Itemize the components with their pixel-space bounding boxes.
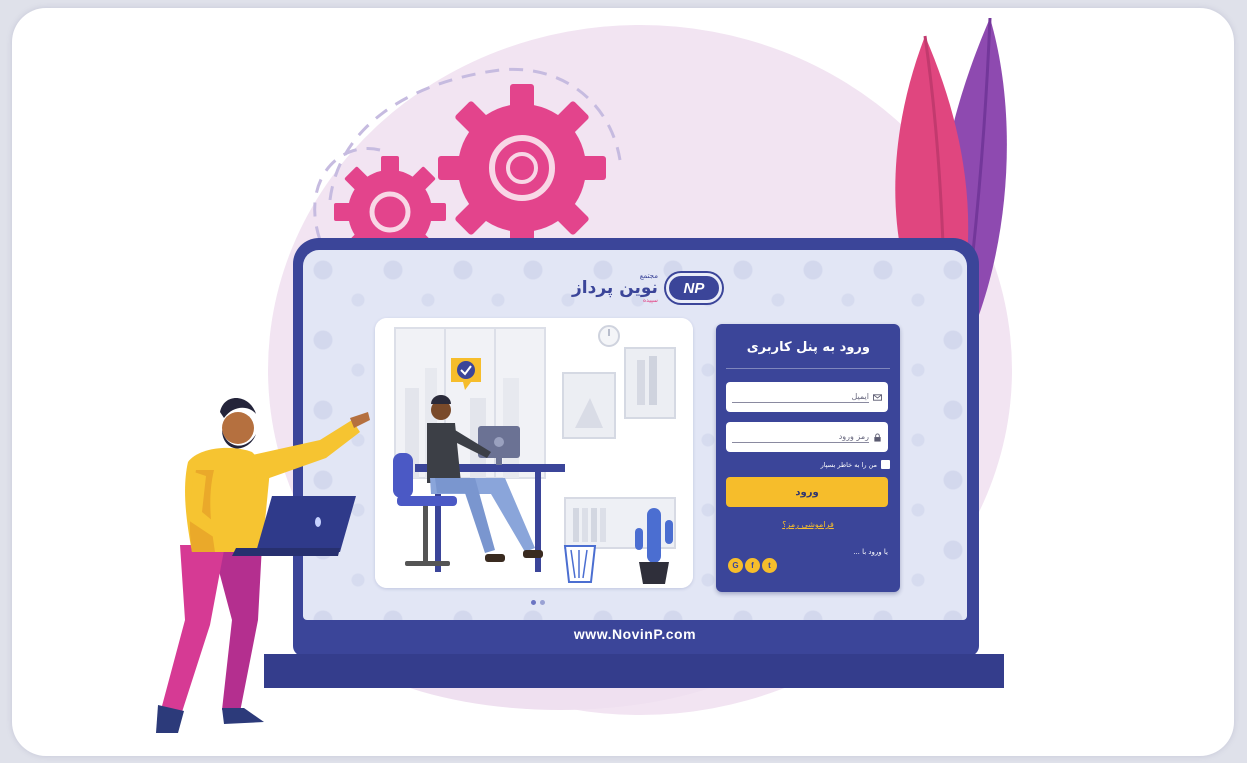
office-illustration-panel [375, 318, 693, 588]
logo-name: نوین پرداز [572, 278, 658, 298]
trash-bin [563, 545, 597, 583]
login-title: ورود به پنل کاربری [746, 340, 870, 355]
mail-icon [873, 393, 882, 401]
twitter-icon[interactable]: t [762, 558, 777, 573]
carousel-dots[interactable] [531, 600, 545, 605]
login-with-label: یا ورود با ... [853, 548, 888, 556]
password-input[interactable] [732, 431, 869, 443]
facebook-icon[interactable]: f [745, 558, 760, 573]
lock-icon [874, 432, 881, 442]
logo-sub-text: سپیده [643, 297, 658, 304]
login-divider [726, 368, 890, 369]
office-illustration [375, 318, 693, 588]
google-icon[interactable]: G [728, 558, 743, 573]
website-url: www.NovinP.com [303, 620, 967, 648]
password-field[interactable] [726, 422, 888, 452]
checkbox-box[interactable] [881, 460, 890, 469]
social-login-buttons: G f t [728, 558, 777, 573]
forgot-password-link[interactable]: فراموشی رمز؟ [716, 520, 900, 529]
remember-me-label: من را به خاطر بسپار [820, 460, 877, 469]
logo-badge: NP [665, 273, 722, 303]
brand-logo-text: مجتمع نوین پرداز سپیده [572, 272, 658, 304]
carousel-dot[interactable] [540, 600, 545, 605]
login-button[interactable]: ورود [726, 477, 888, 507]
email-field[interactable] [726, 382, 888, 412]
login-panel: ورود به پنل کاربری من را به خاطر بسپار و… [716, 324, 900, 592]
clock-icon [598, 325, 620, 347]
brand-logo: مجتمع نوین پرداز سپیده NP [572, 268, 722, 308]
laptop-base [264, 654, 1004, 688]
gear-icon [438, 84, 606, 252]
carousel-dot[interactable] [531, 600, 536, 605]
email-input[interactable] [732, 391, 869, 403]
remember-me-checkbox[interactable]: من را به خاطر بسپار [821, 460, 890, 469]
